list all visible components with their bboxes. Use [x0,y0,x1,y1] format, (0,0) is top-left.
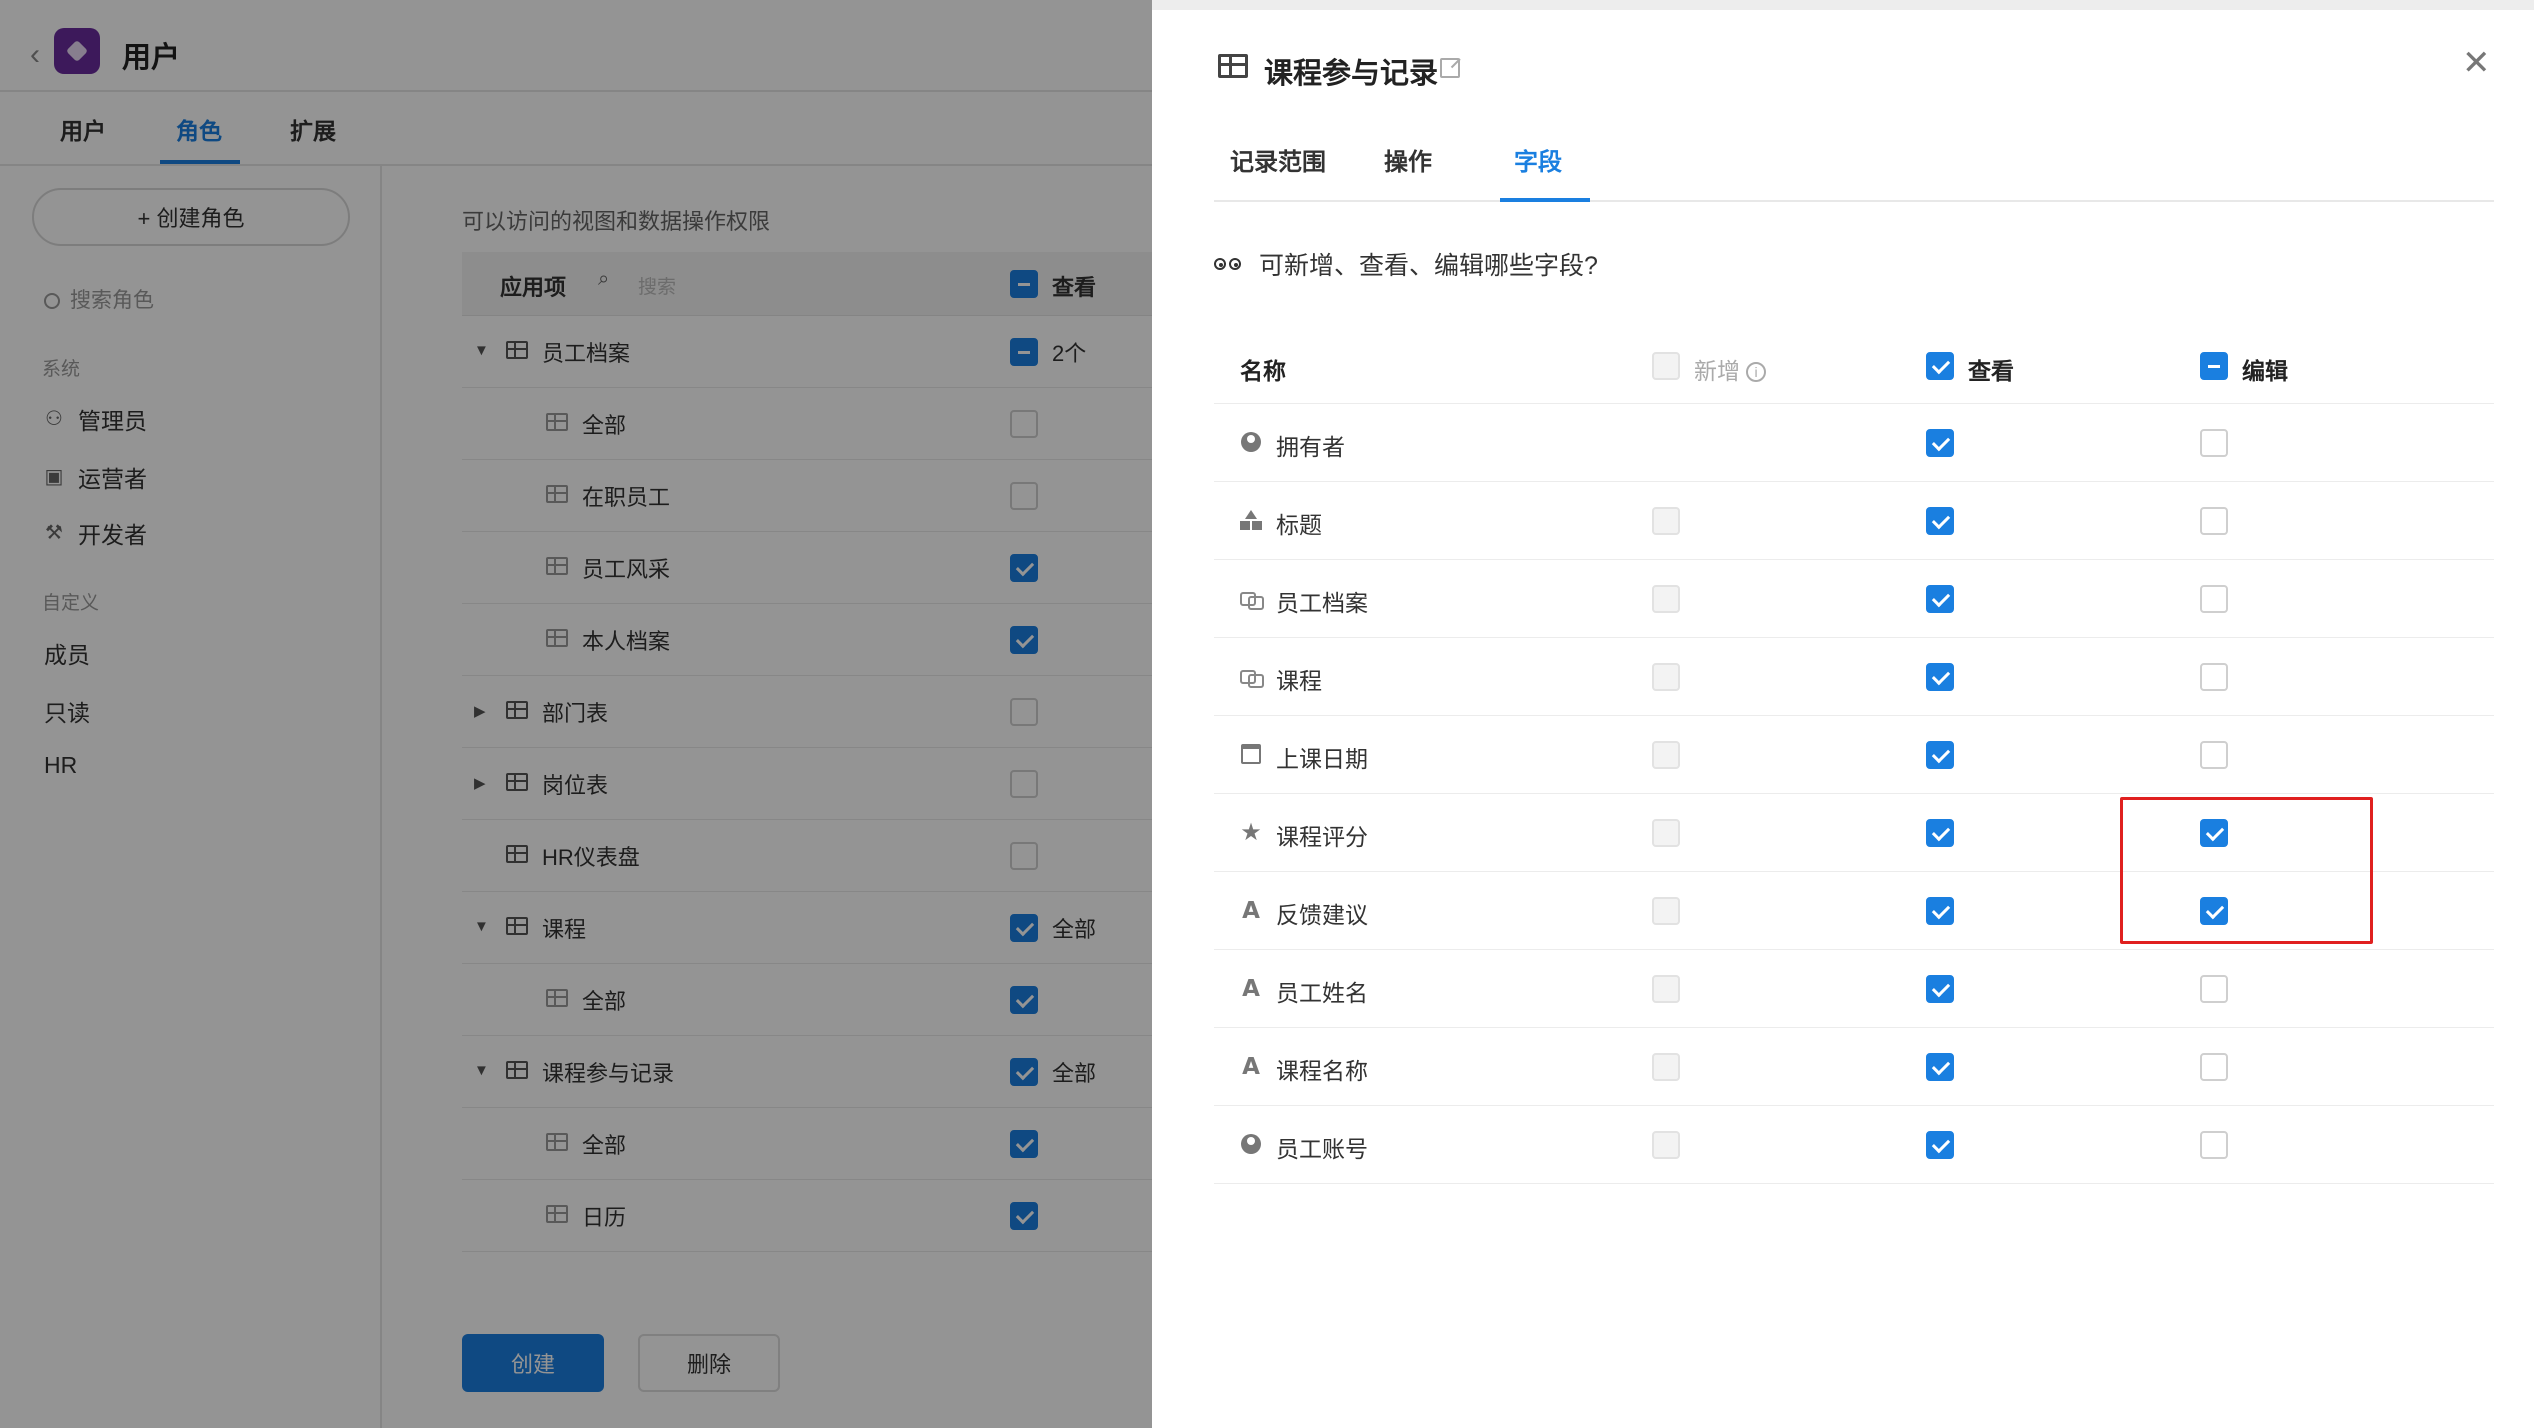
field-name: 反馈建议 [1276,902,1368,928]
field-name: 课程 [1276,668,1322,694]
add-checkbox [1652,1131,1680,1159]
field-permission-table: 名称 新增 i 查看 编辑 拥有者 标题 员工档案 课程 上课日期 ★ 课程评分… [1214,328,2494,1184]
drawer-tabs: 记录范围 操作 字段 [1214,110,2494,202]
tab-fields[interactable]: 字段 [1514,142,1562,177]
field-name: 员工档案 [1276,590,1368,616]
view-checkbox[interactable] [1926,819,1954,847]
add-checkbox [1652,819,1680,847]
edit-checkbox[interactable] [2200,507,2228,535]
field-name: 标题 [1276,512,1322,538]
edit-checkbox[interactable] [2200,429,2228,457]
table-row: 课程 [1214,638,2494,716]
table-row: 员工账号 [1214,1106,2494,1184]
view-checkbox[interactable] [1926,1131,1954,1159]
person-icon [1240,432,1262,454]
info-icon[interactable]: i [1746,362,1766,382]
table-row: 员工档案 [1214,560,2494,638]
view-checkbox[interactable] [1926,1053,1954,1081]
header-view-label: 查看 [1968,358,2014,384]
table-row: 标题 [1214,482,2494,560]
field-name: 课程评分 [1276,824,1368,850]
edit-checkbox[interactable] [2200,585,2228,613]
text-icon: A [1242,898,1260,924]
table-row: 拥有者 [1214,404,2494,482]
table-row: 上课日期 [1214,716,2494,794]
header-add-checkbox [1652,352,1680,380]
field-permission-drawer: 课程参与记录 ✕ 记录范围 操作 字段 可新增、查看、编辑哪些字段? 名称 新增… [1152,0,2534,1428]
add-checkbox [1652,1053,1680,1081]
annotation-highlight-box [2120,797,2373,944]
view-checkbox[interactable] [1926,975,1954,1003]
header-edit-label: 编辑 [2242,358,2288,384]
modal-overlay[interactable] [0,0,1152,1428]
view-checkbox[interactable] [1926,507,1954,535]
add-checkbox [1652,507,1680,535]
view-checkbox[interactable] [1926,897,1954,925]
view-checkbox[interactable] [1926,663,1954,691]
header-add: 新增 i [1694,352,1766,386]
table-row: A 课程名称 [1214,1028,2494,1106]
field-name: 课程名称 [1276,1058,1368,1084]
field-question: 可新增、查看、编辑哪些字段? [1214,246,1598,282]
question-text: 可新增、查看、编辑哪些字段? [1259,252,1598,280]
view-checkbox[interactable] [1926,741,1954,769]
external-link-icon[interactable] [1440,58,1460,78]
text-icon: A [1242,1054,1260,1080]
add-checkbox [1652,975,1680,1003]
field-name: 上课日期 [1276,746,1368,772]
person-icon [1240,1134,1262,1156]
edit-checkbox[interactable] [2200,663,2228,691]
edit-checkbox[interactable] [2200,975,2228,1003]
tab-record-scope[interactable]: 记录范围 [1230,142,1326,177]
field-table-header: 名称 新增 i 查看 编辑 [1214,328,2494,404]
add-checkbox [1652,663,1680,691]
header-edit-checkbox[interactable] [2200,352,2228,380]
edit-checkbox[interactable] [2200,1053,2228,1081]
header-view-checkbox[interactable] [1926,352,1954,380]
field-name: 拥有者 [1276,434,1345,460]
link-icon [1240,588,1264,610]
edit-checkbox[interactable] [2200,741,2228,769]
link-icon [1240,666,1264,688]
shapes-icon [1240,510,1262,532]
eyes-icon [1214,258,1241,270]
table-icon [1218,54,1248,78]
close-icon[interactable]: ✕ [2462,46,2491,80]
drawer-title: 课程参与记录 [1264,58,1439,90]
field-name: 员工账号 [1276,1136,1368,1162]
text-icon: A [1242,976,1260,1002]
tab-active-underline [1500,198,1590,202]
add-checkbox [1652,897,1680,925]
view-checkbox[interactable] [1926,585,1954,613]
header-name: 名称 [1240,358,1286,384]
view-checkbox[interactable] [1926,429,1954,457]
field-name: 员工姓名 [1276,980,1368,1006]
tab-actions[interactable]: 操作 [1384,142,1432,177]
table-row: A 员工姓名 [1214,950,2494,1028]
calendar-icon [1240,744,1262,766]
header-add-label: 新增 [1694,358,1740,384]
add-checkbox [1652,741,1680,769]
star-icon: ★ [1240,819,1262,846]
add-checkbox [1652,585,1680,613]
edit-checkbox[interactable] [2200,1131,2228,1159]
